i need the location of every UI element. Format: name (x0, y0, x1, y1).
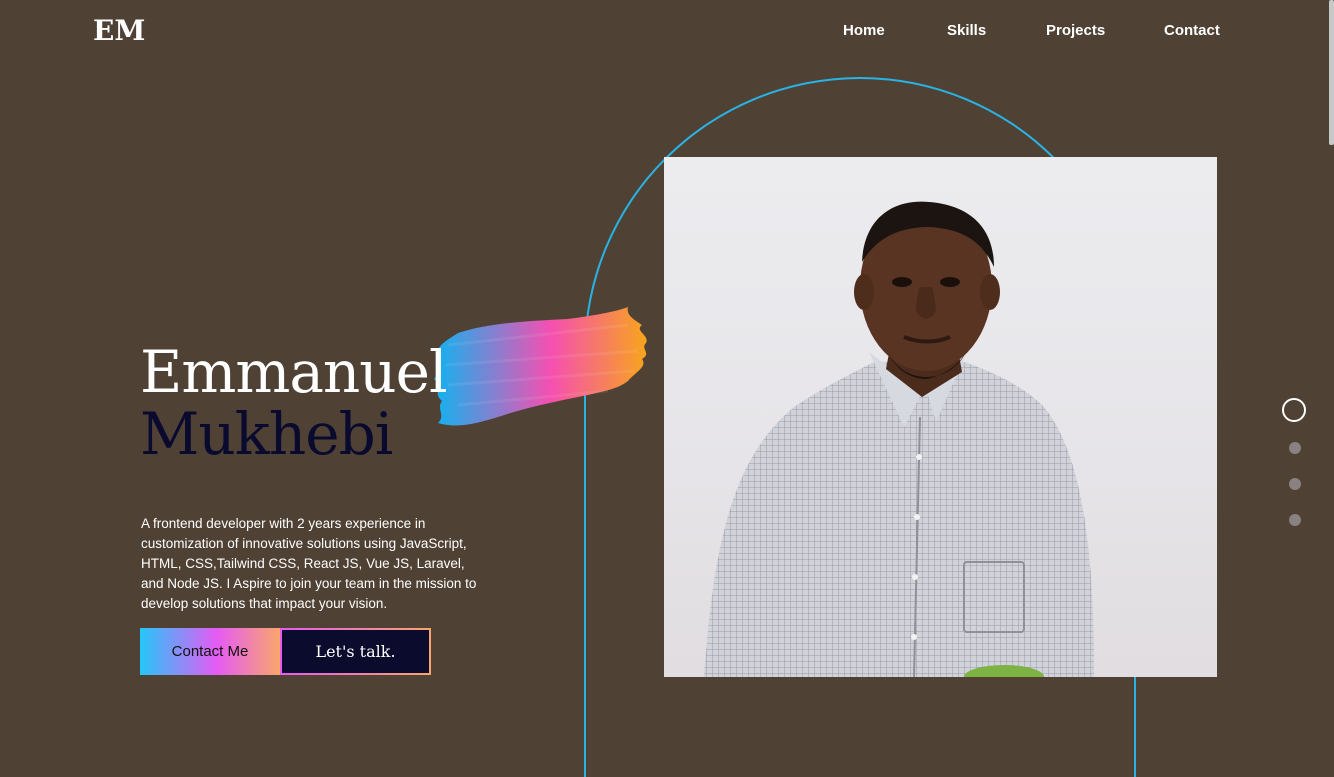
lets-talk-button[interactable]: Let's talk. (280, 628, 431, 675)
nav-skills[interactable]: Skills (947, 22, 986, 39)
nav-home[interactable]: Home (843, 22, 885, 39)
hero-last-name: Mukhebi (140, 400, 393, 468)
pager-dot-2[interactable] (1289, 442, 1301, 454)
pager-dot-1[interactable] (1282, 398, 1306, 422)
contact-me-button[interactable]: Contact Me (140, 628, 280, 675)
site-logo[interactable]: EM (93, 14, 145, 47)
page-scrollbar[interactable] (1329, 0, 1334, 145)
nav-contact[interactable]: Contact (1164, 22, 1220, 39)
main-nav: Home Skills Projects Contact (800, 22, 1220, 42)
hero-bio: A frontend developer with 2 years experi… (141, 515, 477, 611)
person-portrait (704, 201, 1094, 677)
nav-projects[interactable]: Projects (1046, 22, 1105, 39)
paint-brush-stroke (434, 307, 647, 426)
pager-dot-3[interactable] (1289, 478, 1301, 490)
section-pager (1282, 398, 1308, 528)
pager-dot-4[interactable] (1289, 514, 1301, 526)
profile-photo (664, 157, 1217, 677)
